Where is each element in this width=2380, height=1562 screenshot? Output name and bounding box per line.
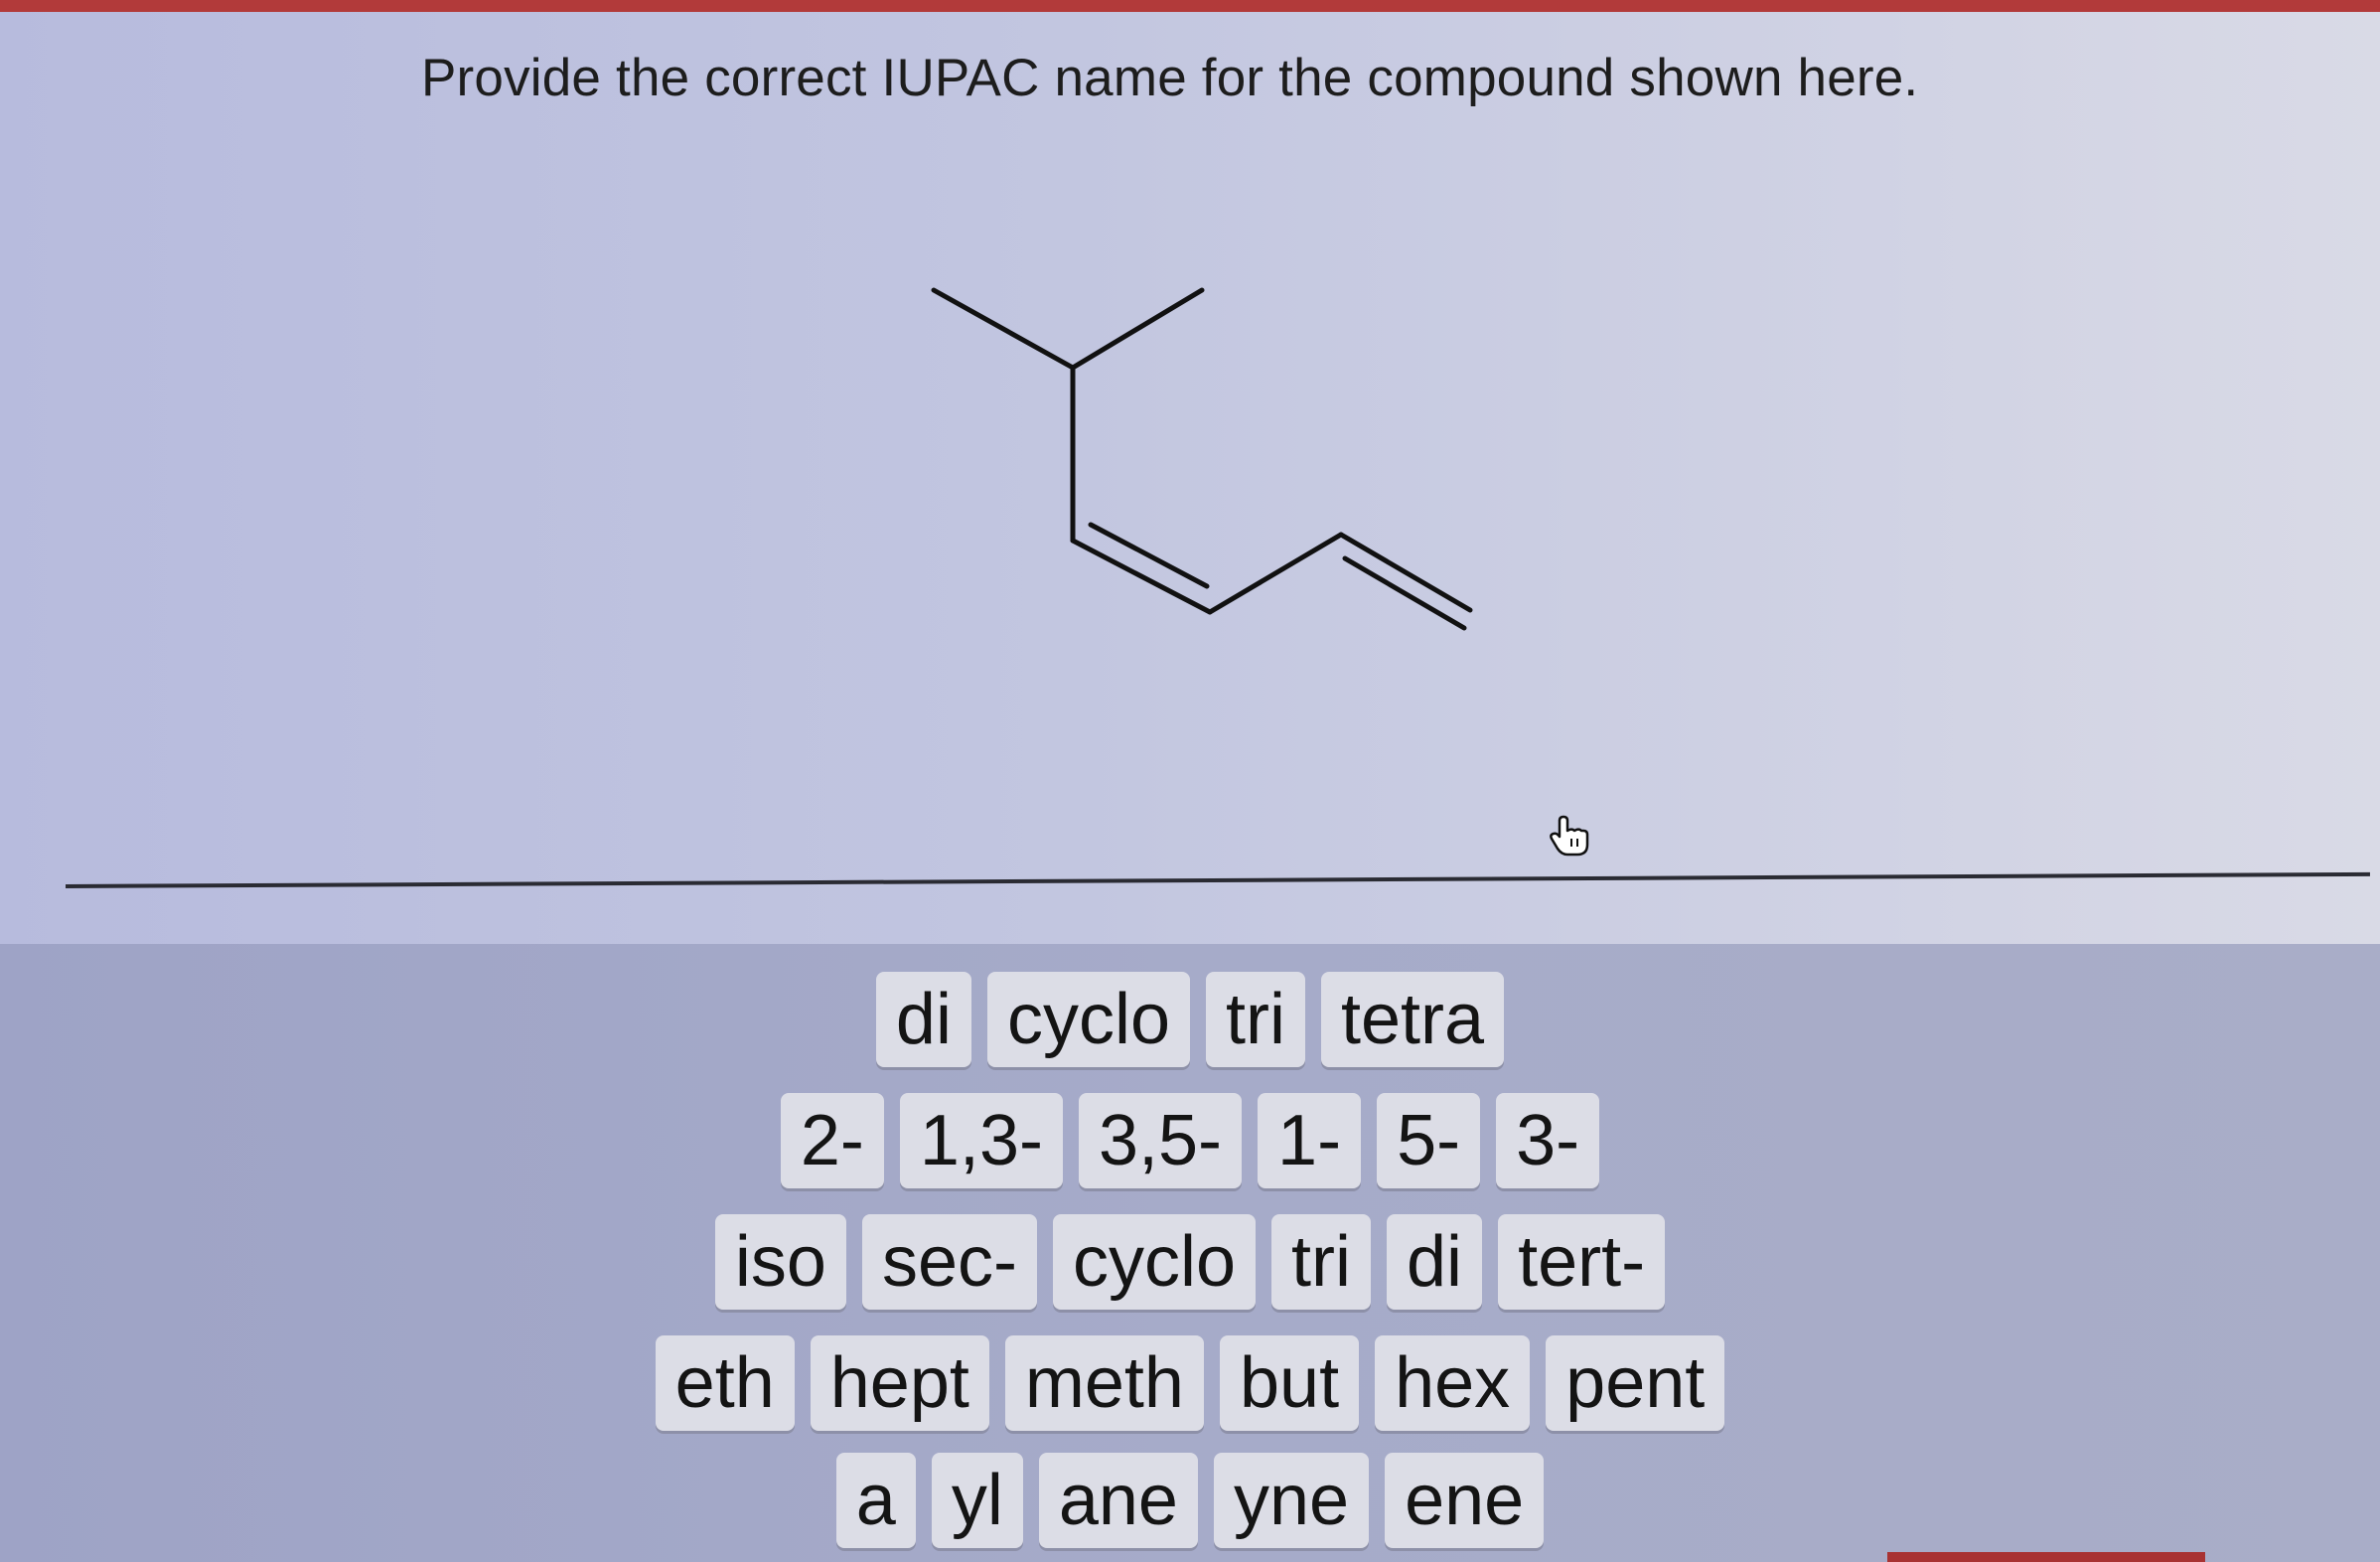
top-accent-bar [0, 0, 2380, 12]
bottom-accent-bar [1887, 1552, 2205, 1562]
hand-pointer-icon [1550, 815, 1589, 857]
bond-double-c4c5-inner [1342, 555, 1467, 631]
tile-row-roots: eth hept meth but hex pent [0, 1335, 2380, 1431]
tile-eth[interactable]: eth [655, 1335, 795, 1431]
bond-methyl-right [1070, 287, 1205, 371]
tile-yl[interactable]: yl [931, 1453, 1023, 1548]
tile-iso[interactable]: iso [714, 1214, 846, 1310]
tile-a[interactable]: a [835, 1453, 916, 1548]
bond-double-c4c5 [1338, 532, 1473, 613]
tile-yne[interactable]: yne [1213, 1453, 1370, 1548]
answer-bank: di cyclo tri tetra 2- 1,3- 3,5- 1- 5- 3-… [0, 944, 2380, 1562]
compound-structure [931, 287, 1473, 631]
tile-row-prefixes: iso sec- cyclo tri di tert- [0, 1214, 2380, 1310]
bond-double-c2c3-inner [1088, 522, 1210, 589]
tile-di-2[interactable]: di [1387, 1214, 1483, 1310]
tile-tert[interactable]: tert- [1498, 1214, 1666, 1310]
tile-locant-3-5[interactable]: 3,5- [1078, 1093, 1243, 1188]
tile-locant-1-3[interactable]: 1,3- [899, 1093, 1063, 1188]
tile-cyclo[interactable]: cyclo [986, 972, 1191, 1067]
tile-cyclo-2[interactable]: cyclo [1052, 1214, 1257, 1310]
tile-tri-2[interactable]: tri [1271, 1214, 1372, 1310]
tile-sec[interactable]: sec- [861, 1214, 1037, 1310]
tile-locant-1[interactable]: 1- [1258, 1093, 1362, 1188]
bond-single-c3c4 [1207, 532, 1344, 615]
question-prompt: Provide the correct IUPAC name for the c… [421, 49, 1919, 107]
tile-row-multipliers: di cyclo tri tetra [0, 972, 2380, 1067]
tile-tetra[interactable]: tetra [1321, 972, 1505, 1067]
tile-row-suffixes: a yl ane yne ene [0, 1453, 2380, 1548]
tile-meth[interactable]: meth [1004, 1335, 1204, 1431]
question-panel: Provide the correct IUPAC name for the c… [0, 12, 2380, 951]
tile-locant-3[interactable]: 3- [1496, 1093, 1600, 1188]
bond-methyl-left [931, 287, 1076, 371]
tile-pent[interactable]: pent [1546, 1335, 1725, 1431]
tile-tri[interactable]: tri [1206, 972, 1305, 1067]
tile-locant-5[interactable]: 5- [1377, 1093, 1481, 1188]
tile-ene[interactable]: ene [1385, 1453, 1545, 1548]
tile-but[interactable]: but [1219, 1335, 1360, 1431]
tile-ane[interactable]: ane [1038, 1453, 1198, 1548]
tile-di[interactable]: di [875, 972, 971, 1067]
tile-locant-2[interactable]: 2- [780, 1093, 884, 1188]
tile-hex[interactable]: hex [1375, 1335, 1531, 1431]
tile-row-locants: 2- 1,3- 3,5- 1- 5- 3- [0, 1093, 2380, 1188]
tile-hept[interactable]: hept [810, 1335, 989, 1431]
